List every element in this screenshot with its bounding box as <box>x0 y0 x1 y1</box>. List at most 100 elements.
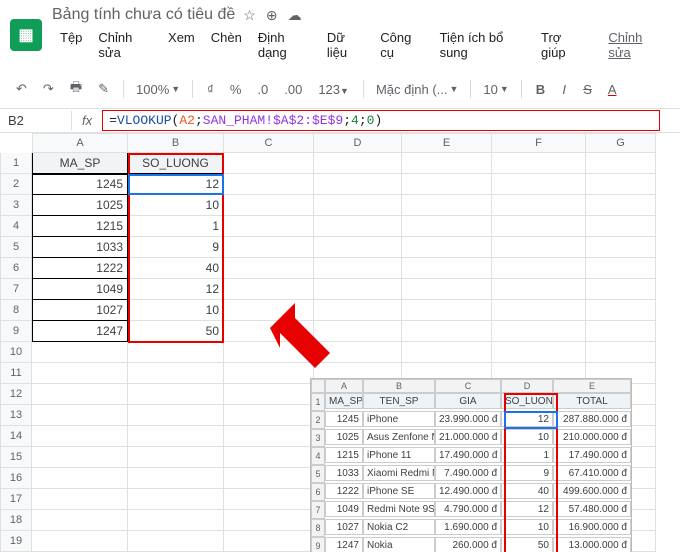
cell-B9[interactable]: 50 <box>128 321 224 342</box>
menu-tiện ích bổ sung[interactable]: Tiện ích bổ sung <box>432 26 533 64</box>
row-header-15[interactable]: 15 <box>0 447 32 468</box>
cell-A10[interactable] <box>32 342 128 363</box>
cell-A18[interactable] <box>32 510 128 531</box>
strike-button[interactable]: S <box>577 78 598 101</box>
cell-G3[interactable] <box>586 195 656 216</box>
cell-B19[interactable] <box>128 531 224 552</box>
font-size-select[interactable]: 10 ▼ <box>479 80 512 99</box>
cell-A9[interactable]: 1247 <box>32 321 128 342</box>
cell-A6[interactable]: 1222 <box>32 258 128 279</box>
cell-F5[interactable] <box>492 237 586 258</box>
cell-F6[interactable] <box>492 258 586 279</box>
row-header-9[interactable]: 9 <box>0 321 32 342</box>
cell-B1[interactable]: SO_LUONG <box>128 153 224 174</box>
cell-E8[interactable] <box>402 300 492 321</box>
cell-C11[interactable] <box>224 363 314 384</box>
cell-A5[interactable]: 1033 <box>32 237 128 258</box>
cell-D4[interactable] <box>314 216 402 237</box>
cell-B4[interactable]: 1 <box>128 216 224 237</box>
row-header-12[interactable]: 12 <box>0 384 32 405</box>
spreadsheet-grid[interactable]: ABCDEFG 12345678910111213141516171819 MA… <box>0 133 680 552</box>
cell-D9[interactable] <box>314 321 402 342</box>
menu-định dạng[interactable]: Định dạng <box>250 26 319 64</box>
cell-D7[interactable] <box>314 279 402 300</box>
cell-A15[interactable] <box>32 447 128 468</box>
cell-A19[interactable] <box>32 531 128 552</box>
menu-trợ giúp[interactable]: Trợ giúp <box>533 26 592 64</box>
row-header-2[interactable]: 2 <box>0 174 32 195</box>
row-header-16[interactable]: 16 <box>0 468 32 489</box>
cell-G10[interactable] <box>586 342 656 363</box>
cell-F1[interactable] <box>492 153 586 174</box>
cell-B15[interactable] <box>128 447 224 468</box>
cell-B6[interactable]: 40 <box>128 258 224 279</box>
menu-tệp[interactable]: Tệp <box>52 26 90 64</box>
cell-C9[interactable] <box>224 321 314 342</box>
cell-A1[interactable]: MA_SP <box>32 153 128 174</box>
cell-C10[interactable] <box>224 342 314 363</box>
cell-A12[interactable] <box>32 384 128 405</box>
cell-B11[interactable] <box>128 363 224 384</box>
inc-decimal-button[interactable]: .00 <box>278 78 308 101</box>
cell-G1[interactable] <box>586 153 656 174</box>
row-header-8[interactable]: 8 <box>0 300 32 321</box>
print-button[interactable]: 🖶 <box>64 74 88 104</box>
cell-E4[interactable] <box>402 216 492 237</box>
cell-B12[interactable] <box>128 384 224 405</box>
cell-A7[interactable]: 1049 <box>32 279 128 300</box>
row-header-18[interactable]: 18 <box>0 510 32 531</box>
cell-C16[interactable] <box>224 468 314 489</box>
cell-C13[interactable] <box>224 405 314 426</box>
cell-G6[interactable] <box>586 258 656 279</box>
cell-G7[interactable] <box>586 279 656 300</box>
menu-chèn[interactable]: Chèn <box>203 26 250 64</box>
cell-C3[interactable] <box>224 195 314 216</box>
cell-D2[interactable] <box>314 174 402 195</box>
col-header-B[interactable]: B <box>128 133 224 153</box>
cell-A2[interactable]: 1245 <box>32 174 128 195</box>
cell-B2[interactable]: 12 <box>128 174 224 195</box>
cell-E7[interactable] <box>402 279 492 300</box>
cell-F8[interactable] <box>492 300 586 321</box>
cell-D8[interactable] <box>314 300 402 321</box>
col-header-G[interactable]: G <box>586 133 656 153</box>
zoom-select[interactable]: 100% ▼ <box>132 80 184 99</box>
cell-C5[interactable] <box>224 237 314 258</box>
cell-C4[interactable] <box>224 216 314 237</box>
cell-B3[interactable]: 10 <box>128 195 224 216</box>
redo-button[interactable]: ↷ <box>37 77 60 101</box>
cell-F10[interactable] <box>492 342 586 363</box>
cell-C18[interactable] <box>224 510 314 531</box>
cell-D5[interactable] <box>314 237 402 258</box>
row-header-13[interactable]: 13 <box>0 405 32 426</box>
cell-A16[interactable] <box>32 468 128 489</box>
cell-D1[interactable] <box>314 153 402 174</box>
cell-B10[interactable] <box>128 342 224 363</box>
row-header-11[interactable]: 11 <box>0 363 32 384</box>
cell-F7[interactable] <box>492 279 586 300</box>
cell-F4[interactable] <box>492 216 586 237</box>
cell-A14[interactable] <box>32 426 128 447</box>
cell-B8[interactable]: 10 <box>128 300 224 321</box>
cell-G9[interactable] <box>586 321 656 342</box>
row-header-5[interactable]: 5 <box>0 237 32 258</box>
col-header-F[interactable]: F <box>492 133 586 153</box>
cell-F3[interactable] <box>492 195 586 216</box>
cell-E1[interactable] <box>402 153 492 174</box>
col-header-C[interactable]: C <box>224 133 314 153</box>
cell-B5[interactable]: 9 <box>128 237 224 258</box>
row-header-10[interactable]: 10 <box>0 342 32 363</box>
cell-G2[interactable] <box>586 174 656 195</box>
cell-C14[interactable] <box>224 426 314 447</box>
cell-A13[interactable] <box>32 405 128 426</box>
cell-E9[interactable] <box>402 321 492 342</box>
menu-chỉnh sửa[interactable]: Chỉnh sửa <box>90 26 160 64</box>
cell-C12[interactable] <box>224 384 314 405</box>
cell-C8[interactable] <box>224 300 314 321</box>
cell-A11[interactable] <box>32 363 128 384</box>
cell-C19[interactable] <box>224 531 314 552</box>
cell-E2[interactable] <box>402 174 492 195</box>
row-header-19[interactable]: 19 <box>0 531 32 552</box>
cell-A4[interactable]: 1215 <box>32 216 128 237</box>
cell-E3[interactable] <box>402 195 492 216</box>
